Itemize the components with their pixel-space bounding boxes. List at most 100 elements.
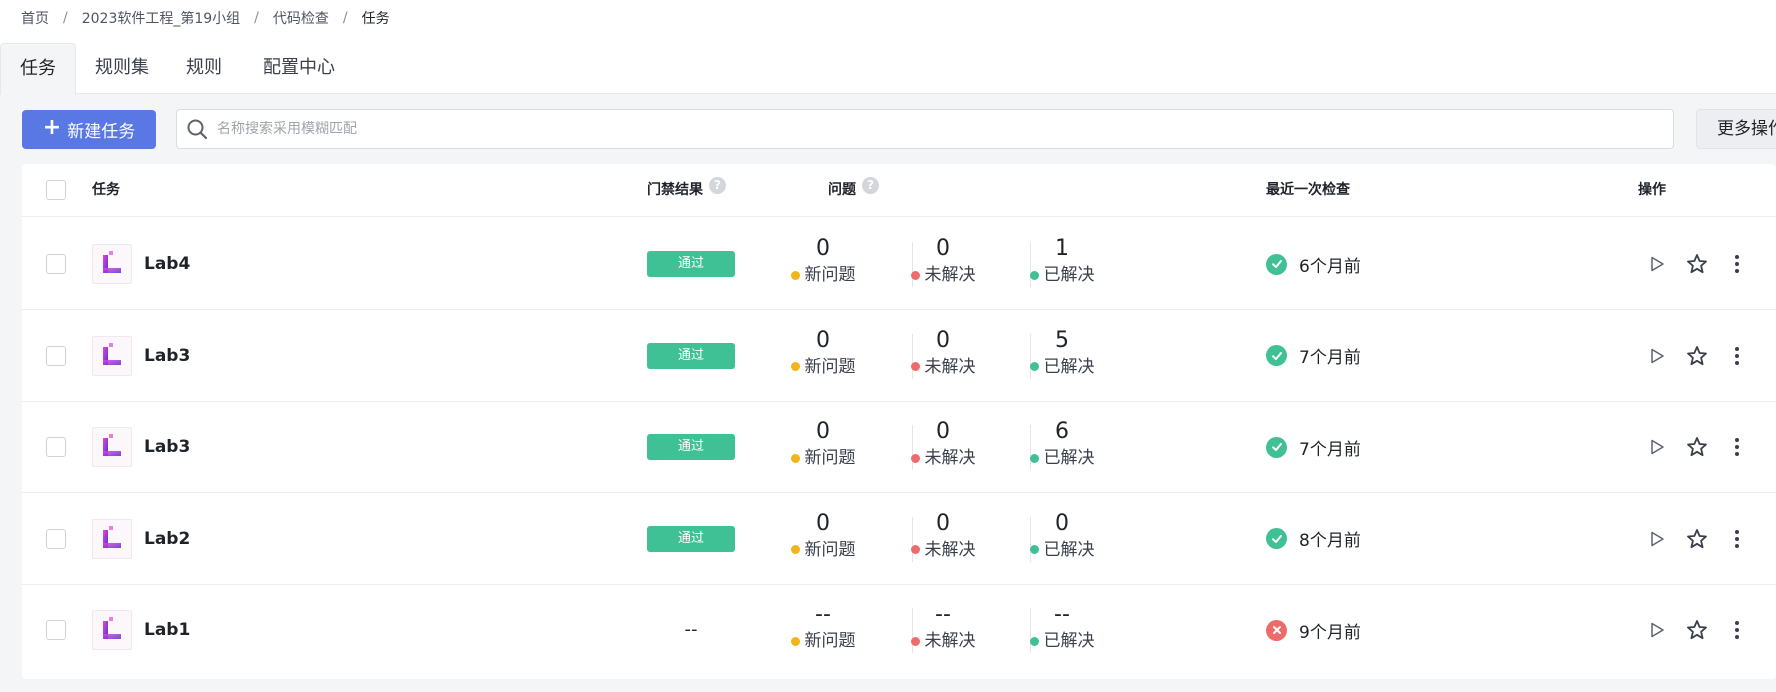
row-actions xyxy=(1637,401,1757,493)
dot-icon xyxy=(790,453,800,463)
header-issues-label: 问题 xyxy=(828,182,856,198)
row-checkbox[interactable] xyxy=(46,345,66,366)
breadcrumb-home[interactable]: 首页 xyxy=(21,8,49,28)
help-icon[interactable]: ? xyxy=(862,177,879,194)
tab-bar: 任务 规则集 规则 配置中心 xyxy=(0,43,1776,95)
play-icon[interactable] xyxy=(1637,347,1677,365)
search-box xyxy=(176,109,1674,149)
header-task: 任务 xyxy=(92,182,120,198)
task-avatar-icon xyxy=(92,610,132,650)
issue-unresolved-label: 未解决 xyxy=(924,265,976,285)
dot-icon xyxy=(1029,362,1039,371)
issue-resolved-count: 0 xyxy=(1055,510,1069,536)
breadcrumb-current: 任务 xyxy=(361,11,390,27)
table-header: 任务 门禁结果 ? 问题 ? 最近一次检查 操作 xyxy=(22,164,1776,217)
star-icon[interactable] xyxy=(1677,436,1717,458)
breadcrumb-code-check[interactable]: 代码检查 xyxy=(273,8,329,28)
dot-icon xyxy=(790,362,800,371)
star-icon[interactable] xyxy=(1677,253,1717,275)
issue-new-count: 0 xyxy=(816,510,830,536)
task-name-link[interactable]: Lab1 xyxy=(144,584,190,676)
issue-resolved-label: 已解决 xyxy=(1043,356,1095,377)
more-vertical-icon[interactable] xyxy=(1717,345,1757,367)
issue-new[interactable]: -- 新问题 xyxy=(768,602,878,660)
star-icon[interactable] xyxy=(1677,528,1717,550)
last-check-time: 7个月前 xyxy=(1299,439,1361,460)
tab-rules[interactable]: 规则 xyxy=(176,43,232,94)
new-task-button[interactable]: + 新建任务 xyxy=(22,110,156,149)
dot-icon xyxy=(790,545,800,554)
table-row: Lab3 通过 0 新问题 0 未解决 5 已解决 7个月前 xyxy=(22,310,1776,402)
issue-unresolved[interactable]: 0 未解决 xyxy=(888,419,998,477)
row-checkbox[interactable] xyxy=(46,620,66,640)
row-actions xyxy=(1637,493,1757,585)
gate-result-badge: 通过 xyxy=(647,525,735,552)
task-name-link[interactable]: Lab3 xyxy=(144,401,190,493)
issue-unresolved[interactable]: 0 未解决 xyxy=(888,511,998,569)
error-circle-icon xyxy=(1266,619,1287,641)
tab-tasks[interactable]: 任务 xyxy=(0,43,76,95)
tab-config-center[interactable]: 配置中心 xyxy=(256,43,342,94)
issue-resolved[interactable]: 0 已解决 xyxy=(1007,511,1117,569)
issue-unresolved[interactable]: 0 未解决 xyxy=(888,236,998,294)
issue-new[interactable]: 0 新问题 xyxy=(768,328,878,386)
more-actions-button[interactable]: 更多操作 xyxy=(1696,109,1776,149)
row-actions xyxy=(1637,584,1757,676)
issue-resolved-label: 已解决 xyxy=(1043,265,1095,285)
dot-icon xyxy=(910,270,920,280)
row-checkbox[interactable] xyxy=(46,254,66,274)
issue-resolved[interactable]: 5 已解决 xyxy=(1007,328,1117,386)
issue-new[interactable]: 0 新问题 xyxy=(768,236,878,294)
task-name-link[interactable]: Lab3 xyxy=(144,310,190,402)
issue-new[interactable]: 0 新问题 xyxy=(768,511,878,569)
issue-resolved[interactable]: -- 已解决 xyxy=(1007,602,1117,660)
more-vertical-icon[interactable] xyxy=(1717,619,1757,641)
play-icon[interactable] xyxy=(1637,621,1677,639)
issue-resolved-count: -- xyxy=(1054,602,1070,627)
issue-resolved-label: 已解决 xyxy=(1043,448,1095,468)
play-icon[interactable] xyxy=(1637,438,1677,456)
dot-icon xyxy=(1029,270,1039,280)
last-check-status: 7个月前 xyxy=(1266,310,1361,402)
more-vertical-icon[interactable] xyxy=(1717,528,1757,550)
task-table: 任务 门禁结果 ? 问题 ? 最近一次检查 操作 Lab4 通过 0 新问题 0… xyxy=(22,164,1776,679)
issue-resolved[interactable]: 1 已解决 xyxy=(1007,236,1117,294)
issue-new-count: -- xyxy=(815,602,831,627)
dot-icon xyxy=(910,362,920,371)
breadcrumb-team[interactable]: 2023软件工程_第19小组 xyxy=(82,8,240,28)
breadcrumb-separator: / xyxy=(254,10,259,26)
issue-unresolved-label: 未解决 xyxy=(924,356,976,377)
more-vertical-icon[interactable] xyxy=(1717,436,1757,458)
header-last-check: 最近一次检查 xyxy=(1266,182,1350,198)
header-ops: 操作 xyxy=(1638,182,1666,198)
task-name-link[interactable]: Lab4 xyxy=(144,218,190,310)
new-task-label: 新建任务 xyxy=(67,122,136,142)
row-actions xyxy=(1637,218,1757,310)
task-avatar-icon xyxy=(92,427,132,467)
issue-unresolved[interactable]: 0 未解决 xyxy=(888,328,998,386)
tab-rulesets[interactable]: 规则集 xyxy=(86,43,158,94)
issue-unresolved-count: 0 xyxy=(936,236,950,261)
issue-unresolved-label: 未解决 xyxy=(924,448,976,468)
row-checkbox[interactable] xyxy=(46,528,66,549)
task-name-link[interactable]: Lab2 xyxy=(144,493,190,585)
issue-resolved[interactable]: 6 已解决 xyxy=(1007,419,1117,477)
issue-new-count: 0 xyxy=(816,236,830,261)
breadcrumb-separator: / xyxy=(63,10,68,26)
table-row: Lab3 通过 0 新问题 0 未解决 6 已解决 7个月前 xyxy=(22,401,1776,493)
breadcrumb-separator: / xyxy=(342,10,348,26)
help-icon[interactable]: ? xyxy=(709,177,726,194)
check-circle-icon xyxy=(1266,528,1287,549)
play-icon[interactable] xyxy=(1637,255,1677,273)
issue-unresolved[interactable]: -- 未解决 xyxy=(888,602,998,660)
row-checkbox[interactable] xyxy=(46,437,66,457)
select-all-checkbox[interactable] xyxy=(46,180,66,200)
issue-new[interactable]: 0 新问题 xyxy=(768,419,878,477)
star-icon[interactable] xyxy=(1677,345,1717,367)
play-icon[interactable] xyxy=(1637,530,1677,548)
more-vertical-icon[interactable] xyxy=(1717,253,1757,275)
star-icon[interactable] xyxy=(1677,619,1717,641)
search-input[interactable] xyxy=(217,121,1673,137)
last-check-status: 6个月前 xyxy=(1266,218,1361,310)
header-gate: 门禁结果 ? xyxy=(647,164,726,217)
